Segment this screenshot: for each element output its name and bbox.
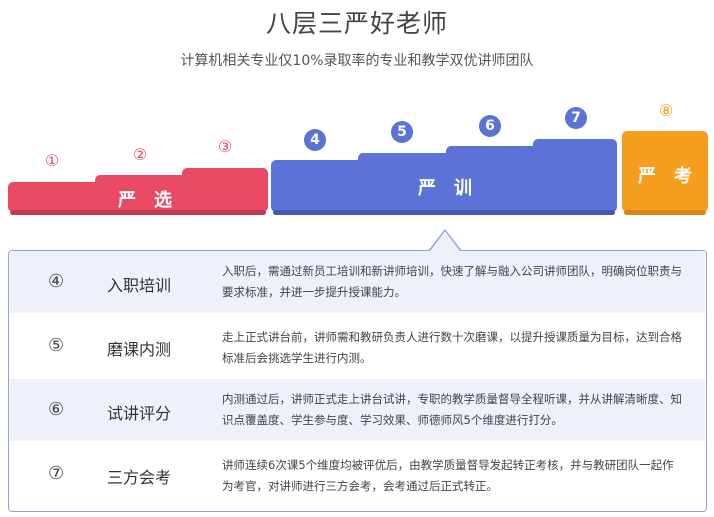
detail-name: 试讲评分	[107, 404, 172, 423]
detail-name: 入职培训	[107, 276, 172, 295]
training-step-7	[533, 139, 617, 159]
step-number-5: 5	[391, 121, 413, 143]
page-subtitle: 计算机相关专业仅10%录取率的专业和教学双优讲师团队	[180, 53, 534, 69]
training-details-panel: ④ 入职培训 入职后，需通过新员工培训和新讲师培训，快速了解与融入公司讲师团队，…	[8, 250, 707, 512]
detail-description: 走上正式讲台前，讲师需和教研负责人进行数十次磨课，以提升授课质量为目标，达到合格…	[222, 330, 682, 365]
page-title: 八层三严好老师	[265, 9, 448, 38]
detail-number: ⑦	[48, 463, 65, 484]
step-number-6: 6	[479, 115, 501, 137]
panel-pointer-fill	[430, 231, 460, 251]
detail-name: 磨课内测	[107, 340, 172, 359]
detail-name: 三方会考	[107, 468, 172, 487]
detail-row: ⑤ 磨课内测 走上正式讲台前，讲师需和教研负责人进行数十次磨课，以提升授课质量为…	[10, 313, 705, 379]
detail-number: ⑥	[48, 399, 65, 420]
select-band-label: 严 选	[118, 190, 172, 211]
exam-band-shadow	[624, 210, 706, 215]
exam-band-label: 严 考	[638, 166, 692, 187]
detail-row: ⑦ 三方会考 讲师连续6次课5个维度均被评优后，由教学质量督导发起转正考核，并与…	[10, 441, 705, 509]
detail-number: ④	[48, 271, 65, 292]
step-number-1: ①	[44, 151, 60, 170]
step-number-7: 7	[565, 107, 587, 129]
step-number-3: ③	[217, 137, 233, 156]
detail-description: 内测通过后，讲师正式走上讲台试讲，专职的教学质量督导全程听课，并从讲解清晰度、知…	[222, 392, 682, 427]
detail-number: ⑤	[48, 335, 65, 356]
training-band-shadow	[273, 210, 615, 215]
detail-row: ④ 入职培训 入职后，需通过新员工培训和新讲师培训，快速了解与融入公司讲师团队，…	[10, 251, 705, 313]
step-number-4: 4	[304, 129, 326, 151]
select-step-3	[182, 168, 268, 188]
training-band-label: 严 训	[418, 178, 472, 199]
detail-description: 讲师连续6次课5个维度均被评优后，由教学质量督导发起转正考核，并与教研团队一起作…	[222, 458, 674, 493]
detail-row: ⑥ 试讲评分 内测通过后，讲师正式走上讲台试讲，专职的教学质量督导全程听课，并从…	[10, 379, 705, 441]
step-number-8: ⑧	[658, 101, 674, 120]
step-number-2: ②	[132, 145, 148, 164]
detail-description: 入职后，需通过新员工培训和新讲师培训，快速了解与融入公司讲师团队，明确岗位职责与…	[222, 264, 682, 299]
